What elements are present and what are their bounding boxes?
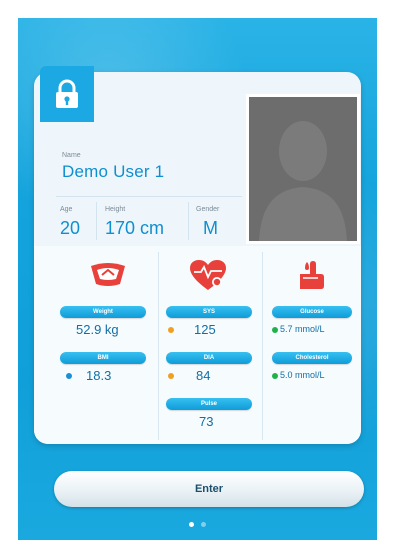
- bmi-label: BMI: [60, 352, 146, 364]
- glucose-status-dot: [272, 327, 278, 333]
- cholesterol-label: Cholesterol: [272, 352, 352, 364]
- column-divider: [262, 252, 263, 440]
- bmi-status-dot: [66, 373, 72, 379]
- pulse-value: 73: [199, 414, 214, 429]
- page-dot-active[interactable]: [189, 522, 194, 527]
- height-value: 170 cm: [105, 218, 165, 238]
- weight-label: Weight: [60, 306, 146, 318]
- user-name: Demo User 1: [62, 162, 165, 181]
- dia-label: DIA: [166, 352, 252, 364]
- dia-status-dot: [168, 373, 174, 379]
- sys-status-dot: [168, 327, 174, 333]
- weight-value: 52.9 kg: [76, 322, 119, 337]
- sys-value: 125: [194, 322, 216, 337]
- page-dot[interactable]: [201, 522, 206, 527]
- cholesterol-status-dot: [272, 373, 278, 379]
- height-label: Height: [105, 206, 126, 213]
- enter-button[interactable]: Enter: [54, 471, 364, 507]
- page-indicator[interactable]: [0, 522, 395, 527]
- pulse-label: Pulse: [166, 398, 252, 410]
- lock-button[interactable]: [40, 66, 94, 122]
- scale-icon: [88, 262, 128, 293]
- glucose-label: Glucose: [272, 306, 352, 318]
- cholesterol-value: 5.0 mmol/L: [280, 370, 325, 380]
- user-photo: [246, 94, 360, 244]
- name-label: Name: [62, 152, 81, 159]
- age-label: Age: [60, 206, 73, 213]
- heart-pressure-icon: [190, 260, 226, 297]
- sys-label: SYS: [166, 306, 252, 318]
- gender-label: Gender: [196, 206, 220, 213]
- age-value: 20: [60, 218, 81, 238]
- finger-drop-icon: [296, 260, 326, 295]
- dia-value: 84: [196, 368, 211, 383]
- gender-value: M: [203, 218, 218, 238]
- divider: [188, 202, 189, 240]
- bmi-value: 18.3: [86, 368, 112, 383]
- column-divider: [158, 252, 159, 440]
- divider: [96, 202, 97, 240]
- divider: [56, 196, 242, 197]
- glucose-value: 5.7 mmol/L: [280, 324, 325, 334]
- lock-icon: [56, 79, 78, 108]
- user-silhouette-icon: [249, 97, 357, 241]
